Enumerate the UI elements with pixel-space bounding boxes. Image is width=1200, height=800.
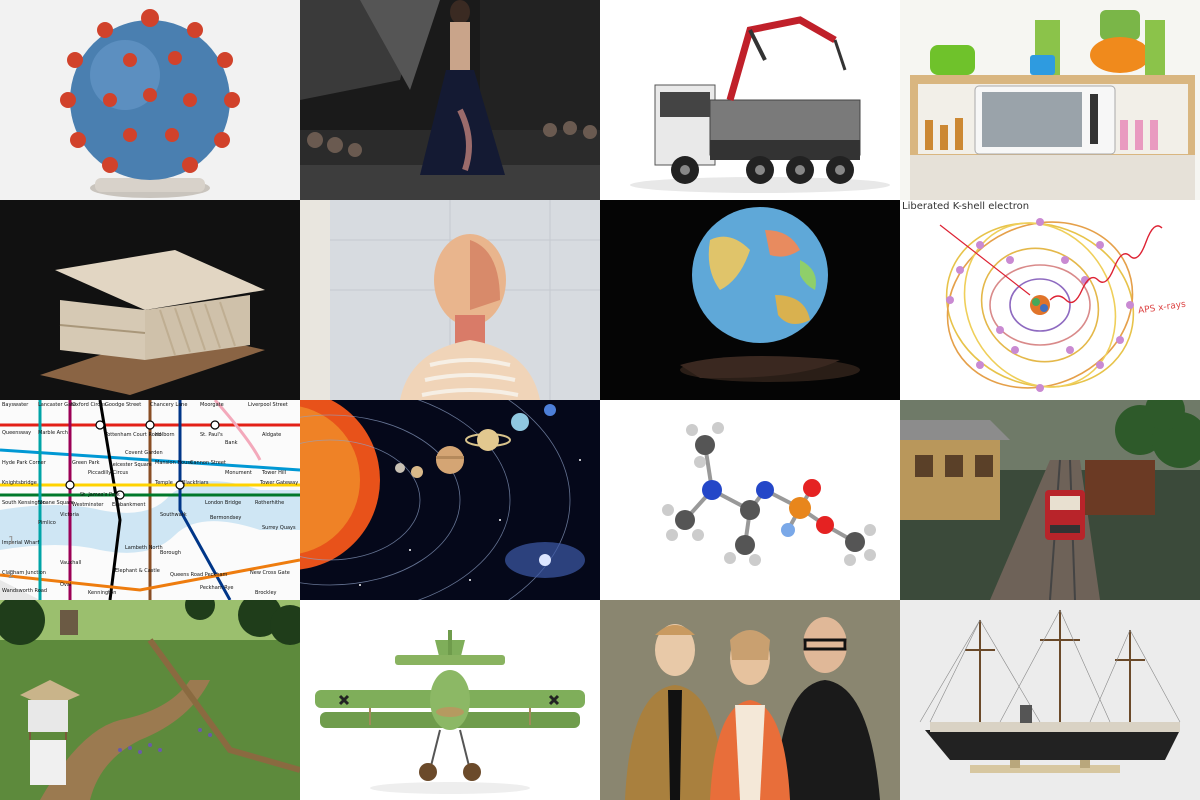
electron-label: Liberated K-shell electron [902, 201, 1030, 212]
virus-model-photo [0, 0, 300, 200]
station-label: St. James's Park [80, 492, 120, 498]
zone-number: 1 [8, 534, 15, 547]
station-label: Sloane Square [38, 500, 75, 506]
station-label: Southwark [160, 512, 187, 518]
station-label: Temple [155, 480, 173, 486]
station-label: Bank [225, 440, 238, 446]
solar-system-photo [300, 400, 600, 600]
station-label: Westminster [72, 502, 104, 508]
zone-number: 2 [8, 568, 15, 581]
ship-model-photo [900, 600, 1200, 800]
station-label: Queensway [2, 430, 32, 436]
station-label: Tower Hill [262, 470, 287, 476]
station-label: Green Park [72, 460, 100, 466]
diorama-icon [0, 600, 300, 800]
station-label: Lancaster Gate [38, 402, 77, 408]
station-label: Blackfriars [182, 480, 209, 486]
anatomy-model-photo [300, 200, 600, 400]
globe-photo [600, 200, 900, 400]
molecule-icon [600, 400, 900, 600]
biplane-icon [300, 600, 600, 800]
station-label: Oxford Circus [72, 402, 106, 408]
station-label: Tottenham Court Road [105, 432, 161, 438]
station-label: London Bridge [205, 500, 242, 506]
station-label: Surrey Quays [262, 525, 296, 531]
station-label: Moorgate [200, 402, 224, 408]
globe-icon [600, 200, 900, 400]
atom-diagram-icon [900, 200, 1200, 400]
station-label: Kennington [88, 590, 117, 596]
mannequins-photo [600, 600, 900, 800]
station-label: Borough [160, 550, 182, 556]
toy-kitchen-photo [900, 0, 1200, 200]
station-label: Embankment [112, 502, 146, 508]
architecture-model-photo [0, 200, 300, 400]
station-label: Bayswater [2, 402, 29, 408]
station-label: Vauxhall [60, 560, 82, 566]
virus-model-icon [0, 0, 300, 200]
mannequins-icon [600, 600, 900, 800]
atom-diagram-photo: Liberated K-shell electron APS x-rays [900, 200, 1200, 400]
station-label: Brockley [255, 590, 277, 596]
architecture-model-icon [0, 200, 300, 400]
station-label: Holborn [155, 432, 175, 438]
station-label: Rotherhithe [255, 500, 285, 506]
station-label: Pimlico [38, 520, 56, 526]
station-label: Covent Garden [125, 450, 163, 456]
station-label: Bermondsey [210, 515, 242, 521]
station-label: Hyde Park Corner [2, 460, 46, 466]
station-label: Oval [60, 582, 72, 588]
biplane-photo [300, 600, 600, 800]
station-label: Goodge Street [105, 402, 142, 408]
station-label: Lambeth North [125, 545, 163, 551]
station-label: Elephant & Castle [115, 568, 160, 574]
anatomy-model-icon [300, 200, 600, 400]
ship-model-icon [900, 600, 1200, 800]
station-label: Liverpool Street [248, 402, 288, 408]
station-label: Marble Arch [38, 430, 68, 436]
molecule-photo [600, 400, 900, 600]
station-label: Mansion House [155, 460, 194, 466]
station-label: Piccadilly Circus [88, 470, 129, 476]
model-train-photo [900, 400, 1200, 600]
station-label: Cannon Street [190, 460, 226, 466]
station-label: Aldgate [262, 432, 282, 438]
station-label: Leicester Square [110, 462, 152, 468]
station-label: New Cross Gate [250, 570, 290, 576]
model-train-icon [900, 400, 1200, 600]
station-label: Queens Road Peckham [170, 572, 228, 578]
station-label: Peckham Rye [200, 585, 234, 591]
station-label: Wandsworth Road [2, 588, 48, 594]
runway-icon [300, 0, 600, 200]
station-label: Victoria [60, 512, 79, 518]
runway-photo [300, 0, 600, 200]
station-label: Tower Gateway [260, 480, 299, 486]
image-collage-grid: Liberated K-shell electron APS x-rays Ba… [0, 0, 1200, 800]
toy-truck-photo [600, 0, 900, 200]
station-label: Monument [225, 470, 252, 476]
station-label: St. Paul's [200, 432, 223, 438]
toy-truck-icon [600, 0, 900, 200]
solar-system-icon [300, 400, 600, 600]
tube-map-photo: Bayswater Lancaster Gate Oxford Circus G… [0, 400, 300, 600]
toy-kitchen-icon [900, 0, 1200, 200]
station-label: Chancery Lane [150, 402, 188, 408]
station-label: Knightsbridge [2, 480, 37, 486]
diorama-photo [0, 600, 300, 800]
